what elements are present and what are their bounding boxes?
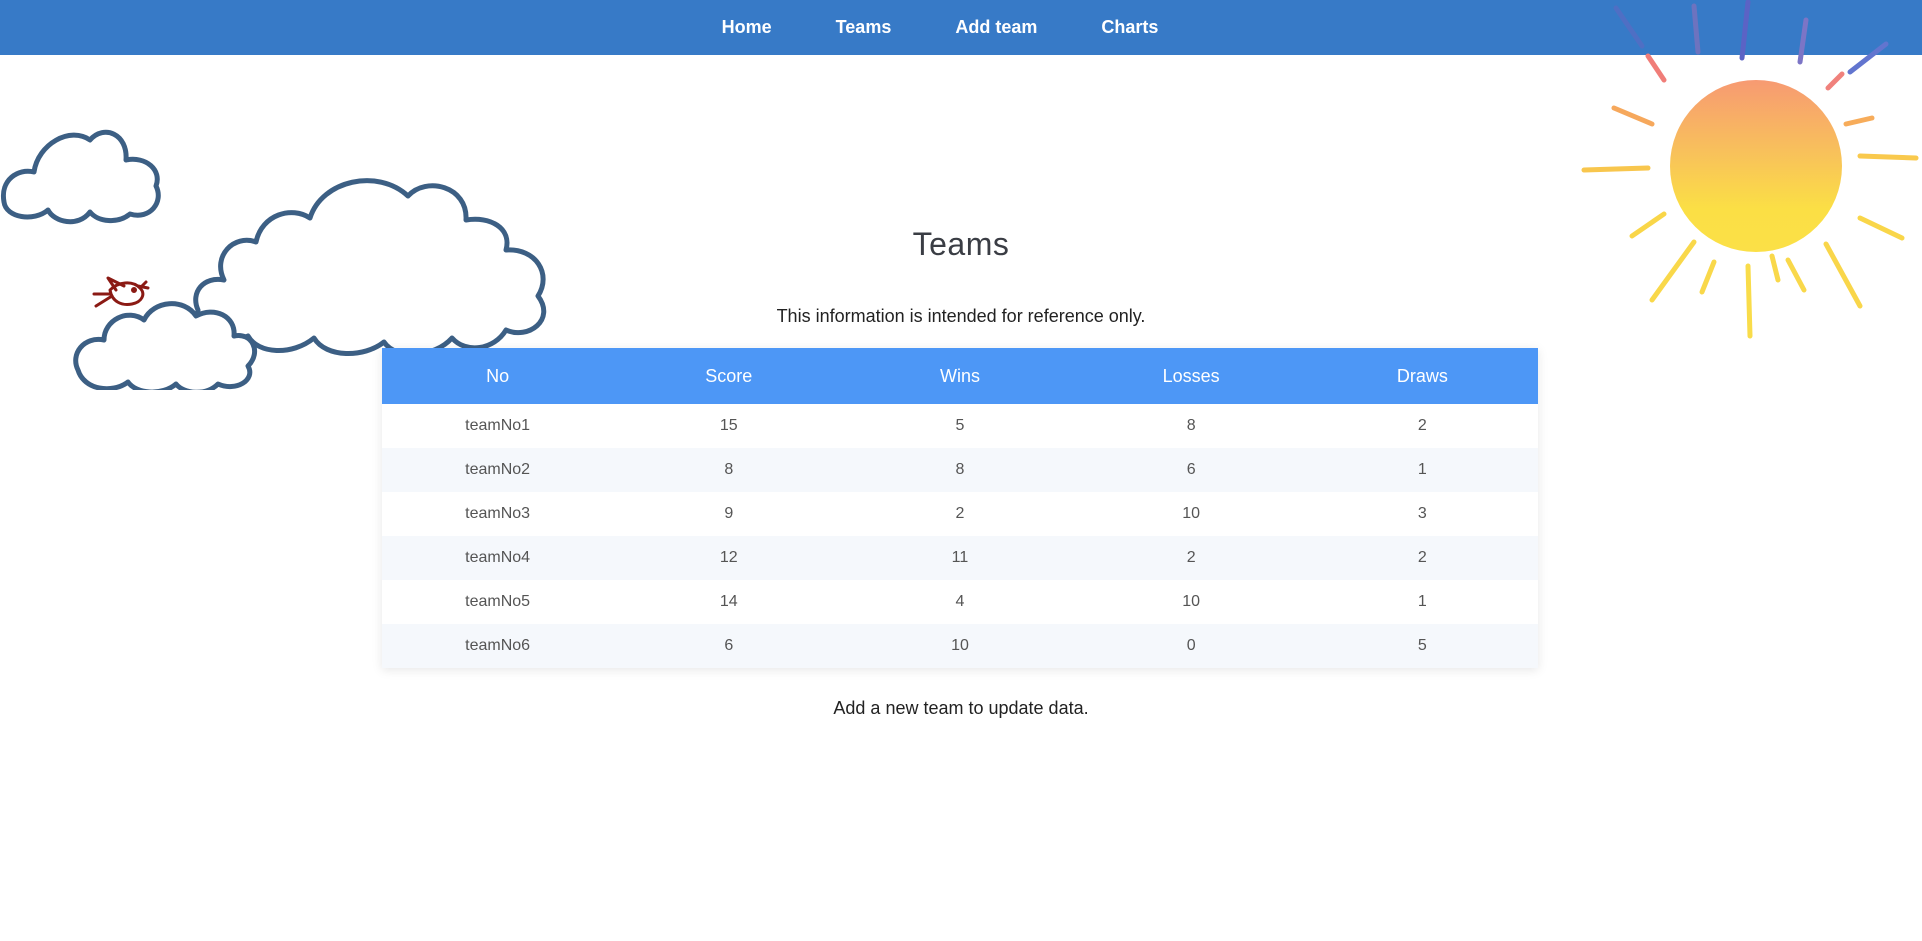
- cell-score: 15: [613, 404, 845, 448]
- nav-teams-link[interactable]: Teams: [804, 17, 924, 38]
- page-subtitle: This information is intended for referen…: [776, 306, 1146, 326]
- cell-team-no: teamNo3: [382, 492, 614, 536]
- cell-wins: 10: [844, 624, 1076, 668]
- page: Home Teams Add team Charts Teams This in…: [0, 0, 1922, 941]
- cell-team-no: teamNo6: [382, 624, 614, 668]
- cell-draws: 2: [1306, 536, 1538, 580]
- cell-draws: 2: [1306, 404, 1538, 448]
- cell-wins: 8: [844, 448, 1076, 492]
- table-row: teamNo1 15 5 8 2: [382, 404, 1538, 448]
- cell-losses: 0: [1075, 624, 1307, 668]
- cell-team-no: teamNo4: [382, 536, 614, 580]
- table-row: teamNo3 9 2 10 3: [382, 492, 1538, 536]
- table-row: teamNo6 6 10 0 5: [382, 624, 1538, 668]
- cell-team-no: teamNo2: [382, 448, 614, 492]
- cell-wins: 5: [844, 404, 1076, 448]
- nav-links: Home Teams Add team Charts: [690, 17, 1191, 38]
- cell-losses: 2: [1075, 536, 1307, 580]
- table-body: teamNo1 15 5 8 2 teamNo2 8 8 6 1 teamNo3…: [382, 404, 1538, 668]
- cell-team-no: teamNo1: [382, 404, 614, 448]
- column-header-no: No: [382, 348, 614, 404]
- column-header-draws: Draws: [1306, 348, 1538, 404]
- nav-add-team-link[interactable]: Add team: [923, 17, 1069, 38]
- column-header-wins: Wins: [844, 348, 1076, 404]
- cell-wins: 2: [844, 492, 1076, 536]
- nav-home-link[interactable]: Home: [690, 17, 804, 38]
- page-title: Teams: [912, 226, 1010, 262]
- bird-icon: [92, 276, 150, 308]
- cell-score: 8: [613, 448, 845, 492]
- column-header-score: Score: [613, 348, 845, 404]
- cell-losses: 10: [1075, 580, 1307, 624]
- cell-score: 9: [613, 492, 845, 536]
- cell-losses: 6: [1075, 448, 1307, 492]
- cell-draws: 5: [1306, 624, 1538, 668]
- cell-team-no: teamNo5: [382, 580, 614, 624]
- cell-score: 12: [613, 536, 845, 580]
- cell-wins: 4: [844, 580, 1076, 624]
- top-navbar: Home Teams Add team Charts: [0, 0, 1922, 55]
- cell-draws: 1: [1306, 448, 1538, 492]
- cell-score: 6: [613, 624, 845, 668]
- cell-losses: 8: [1075, 404, 1307, 448]
- teams-table-container: No Score Wins Losses Draws teamNo1 15 5 …: [382, 348, 1538, 668]
- cell-score: 14: [613, 580, 845, 624]
- column-header-losses: Losses: [1075, 348, 1307, 404]
- cell-losses: 10: [1075, 492, 1307, 536]
- table-row: teamNo5 14 4 10 1: [382, 580, 1538, 624]
- table-header-row: No Score Wins Losses Draws: [382, 348, 1538, 404]
- teams-table: No Score Wins Losses Draws teamNo1 15 5 …: [382, 348, 1538, 668]
- cell-draws: 1: [1306, 580, 1538, 624]
- add-team-note: Add a new team to update data.: [833, 698, 1089, 718]
- cell-wins: 11: [844, 536, 1076, 580]
- table-row: teamNo4 12 11 2 2: [382, 536, 1538, 580]
- table-row: teamNo2 8 8 6 1: [382, 448, 1538, 492]
- cell-draws: 3: [1306, 492, 1538, 536]
- table-header: No Score Wins Losses Draws: [382, 348, 1538, 404]
- nav-charts-link[interactable]: Charts: [1069, 17, 1190, 38]
